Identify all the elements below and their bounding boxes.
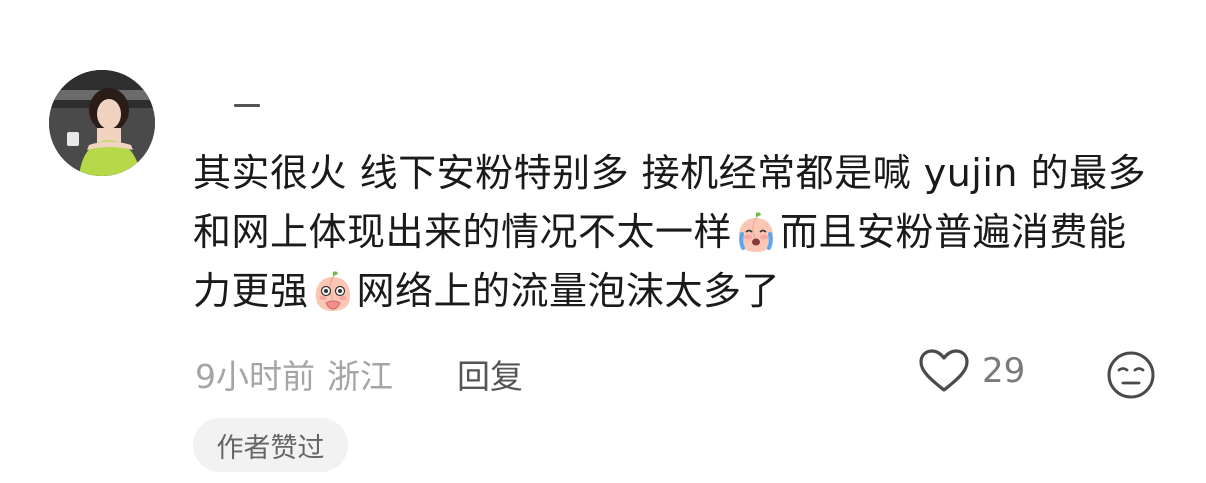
heart-icon xyxy=(919,349,969,392)
comment-location: 浙江 xyxy=(327,357,393,396)
avatar[interactable] xyxy=(49,70,155,176)
comment-meta: 9小时前 浙江 xyxy=(195,350,393,398)
crying-peach-emoji-icon xyxy=(734,210,778,254)
author-liked-badge: 作者赞过 xyxy=(193,418,348,472)
reply-button[interactable]: 回复 xyxy=(457,350,523,398)
comment-item: 其实很火 线下安粉特别多 接机经常都是喊 yujin 的最多 和网上体现出来的情… xyxy=(0,0,1206,483)
like-button[interactable]: 29 xyxy=(918,348,1025,394)
username[interactable] xyxy=(234,104,260,107)
like-count: 29 xyxy=(982,351,1026,391)
comment-time: 9小时前 xyxy=(195,357,315,396)
comment-text: 其实很火 线下安粉特别多 接机经常都是喊 yujin 的最多 和网上体现出来的情… xyxy=(193,144,1153,321)
comment-text-part-3: 网络上的流量泡沫太多了 xyxy=(356,269,781,313)
shy-peach-emoji-icon xyxy=(311,269,355,313)
react-emoji-button[interactable] xyxy=(1106,350,1156,400)
neutral-face-icon xyxy=(1107,351,1155,399)
